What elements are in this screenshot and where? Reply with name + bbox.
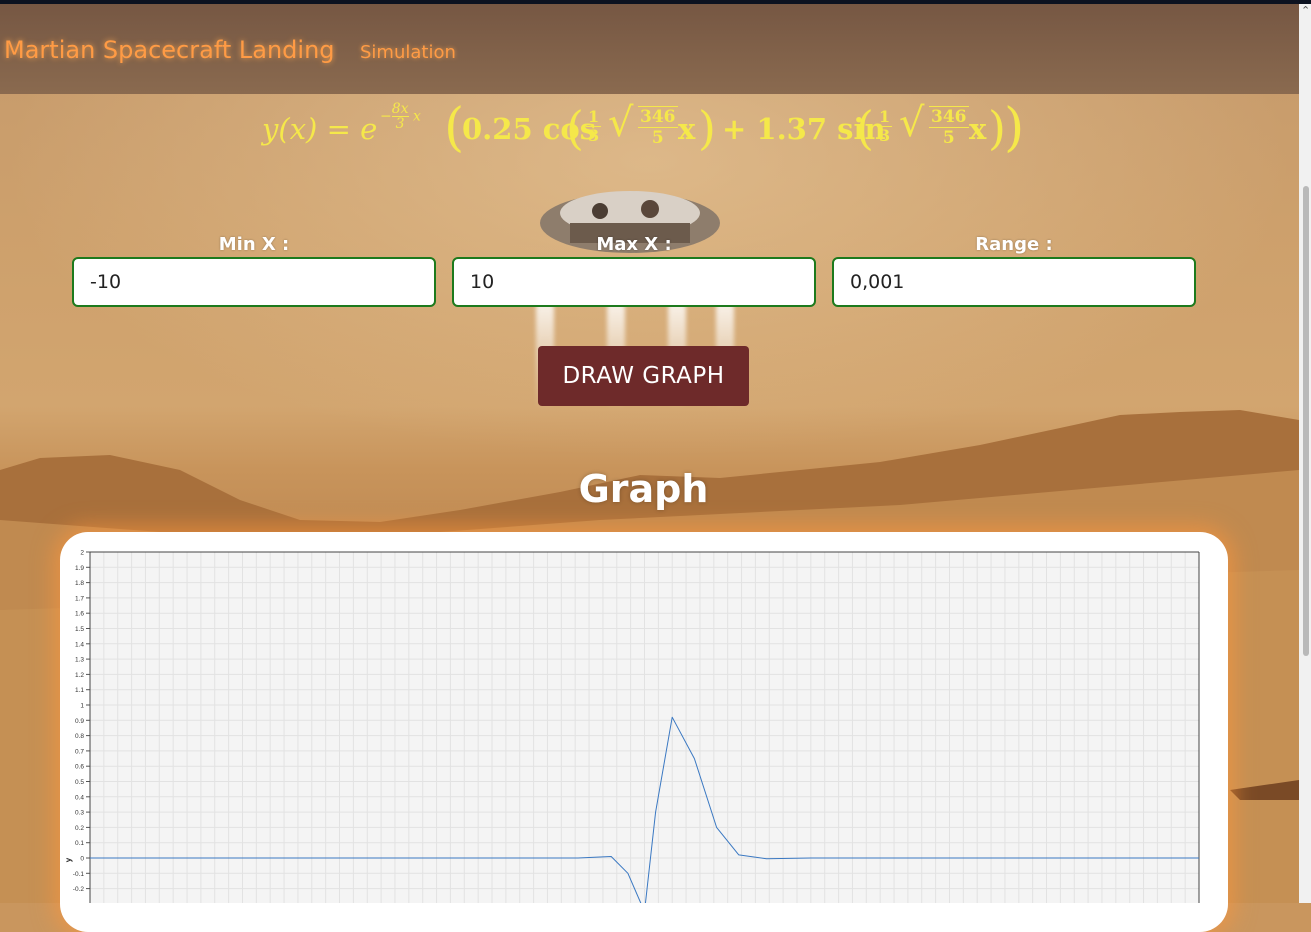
equation-lhs: y(x) = e [262, 112, 378, 146]
equation-display: y(x) = e −8x 3 x ( 0.25 cos ( 13 √ 346 5 x… [262, 98, 1025, 158]
scroll-up-icon[interactable]: ⌃ [1301, 4, 1310, 17]
range-input[interactable] [832, 257, 1196, 307]
y-tick-label: -0.2 [73, 886, 85, 893]
y-tick-label: 1.9 [75, 565, 84, 572]
y-tick-label: 0.2 [75, 825, 84, 832]
y-tick-label: 1.4 [75, 641, 84, 648]
y-tick-label: 0 [80, 856, 84, 863]
graph-heading: Graph [578, 467, 709, 511]
scrollbar-thumb[interactable] [1303, 186, 1309, 656]
y-tick-label: 1.8 [75, 580, 84, 587]
y-tick-label: 1.2 [75, 672, 84, 679]
y-tick-label: 2 [80, 550, 84, 557]
min-x-label: Min X : [218, 234, 290, 255]
y-tick-label: 0.3 [75, 810, 84, 817]
draw-graph-button[interactable]: DRAW GRAPH [538, 346, 749, 406]
equation-exponent: −8x 3 x [380, 101, 421, 132]
range-label: Range : [975, 234, 1053, 255]
y-tick-label: 1.7 [75, 595, 84, 602]
max-x-label: Max X : [596, 234, 672, 255]
y-tick-label: 0.8 [75, 733, 84, 740]
line-chart: 2 1.9 1.8 1.7 1.6 1.5 1.4 1.3 1.2 1.1 1 0.9 0.8 0.7 0.… [64, 550, 1200, 903]
y-tick-label: 1.5 [75, 626, 84, 633]
y-tick-label: 0.5 [75, 779, 84, 786]
y-tick-label: 0.4 [75, 794, 84, 801]
y-tick-label: 0.7 [75, 748, 84, 755]
brand-link[interactable]: Martian Spacecraft Landing [4, 36, 335, 64]
max-x-input[interactable] [452, 257, 816, 307]
y-tick-label: 0.6 [75, 764, 84, 771]
y-tick-label: 0.1 [75, 840, 84, 847]
y-tick-label: 1.3 [75, 657, 84, 664]
nav-link-simulation[interactable]: Simulation [360, 42, 456, 63]
navbar: Martian Spacecraft Landing Simulation [0, 4, 1299, 94]
y-tick-label: 0.9 [75, 718, 84, 725]
y-tick-label: 1 [80, 703, 84, 710]
y-tick-label: -0.1 [73, 871, 85, 878]
y-axis-label: y [64, 857, 73, 862]
min-x-input[interactable] [72, 257, 436, 307]
y-tick-label: 1.1 [75, 687, 84, 694]
window-top-border [0, 0, 1311, 4]
y-tick-label: 1.6 [75, 611, 84, 618]
